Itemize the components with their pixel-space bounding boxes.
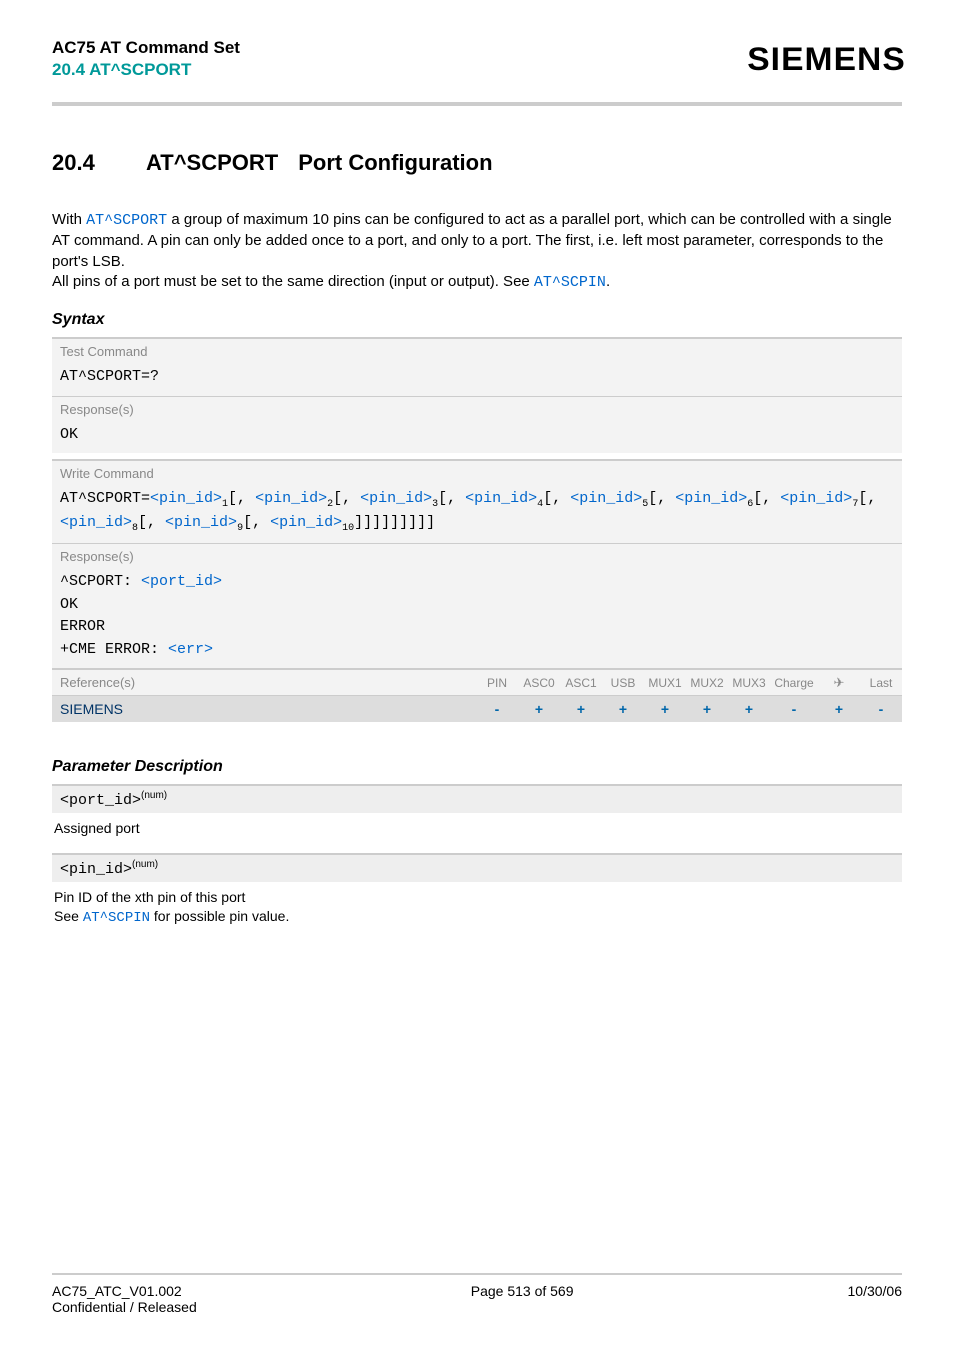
- footer-confidential: Confidential / Released: [52, 1299, 197, 1315]
- col-asc1: ASC1: [560, 676, 602, 690]
- col-mux2: MUX2: [686, 676, 728, 690]
- ref-value-row: SIEMENS - + + + + + + - + -: [52, 695, 902, 722]
- val-mux2: +: [686, 701, 728, 717]
- param-port-id-box: <port_id>(num): [52, 784, 902, 813]
- param-port-id-sup: (num): [141, 790, 167, 801]
- resp-ok: OK: [60, 596, 78, 613]
- pin-id-2[interactable]: <pin_id>: [255, 490, 327, 507]
- footer-left: AC75_ATC_V01.002 Confidential / Released: [52, 1283, 197, 1315]
- intro-p1-cmd-link[interactable]: AT^SCPORT: [86, 212, 167, 229]
- col-asc0: ASC0: [518, 676, 560, 690]
- intro-p1-post: a group of maximum 10 pins can be config…: [52, 211, 892, 270]
- val-pin: -: [476, 701, 518, 717]
- ref-brand: SIEMENS: [52, 696, 476, 722]
- pin-id-9[interactable]: <pin_id>: [165, 514, 237, 531]
- resp-cme-err[interactable]: <err>: [168, 641, 213, 658]
- intro-p1-pre: With: [52, 211, 86, 228]
- val-airplane: +: [818, 701, 860, 717]
- section-cmd: AT^SCPORT: [146, 150, 278, 175]
- pin-id-1[interactable]: <pin_id>: [150, 490, 222, 507]
- write-response-label: Response(s): [52, 543, 902, 568]
- resp-error: ERROR: [60, 618, 105, 635]
- ref-header-row: Reference(s) PIN ASC0 ASC1 USB MUX1 MUX2…: [52, 670, 902, 695]
- test-response-label: Response(s): [52, 396, 902, 421]
- resp-port-id[interactable]: <port_id>: [141, 573, 222, 590]
- val-mux3: +: [728, 701, 770, 717]
- pin-id-3[interactable]: <pin_id>: [360, 490, 432, 507]
- siemens-logo: SIEMENS: [747, 41, 906, 78]
- param-pin-id-name: <pin_id>: [60, 861, 132, 878]
- test-command-text: AT^SCPORT=?: [52, 363, 902, 396]
- intro-p2-post: .: [606, 273, 610, 290]
- val-usb: +: [602, 701, 644, 717]
- col-charge: Charge: [770, 676, 818, 690]
- footer-date: 10/30/06: [848, 1283, 903, 1315]
- write-suffix: ]]]]]]]]]: [354, 514, 435, 531]
- val-asc1: +: [560, 701, 602, 717]
- param-pin-id-sup: (num): [132, 859, 158, 870]
- resp-cme-pre: +CME ERROR:: [60, 641, 168, 658]
- test-response-text: OK: [52, 421, 902, 454]
- param-pin-id-desc: Pin ID of the xth pin of this port See A…: [52, 882, 902, 943]
- pin-id-4[interactable]: <pin_id>: [465, 490, 537, 507]
- param-port-id-desc: Assigned port: [52, 813, 902, 853]
- val-charge: -: [770, 701, 818, 717]
- val-asc0: +: [518, 701, 560, 717]
- pin-desc-post: for possible pin value.: [150, 908, 289, 924]
- test-command-box: Test Command AT^SCPORT=? Response(s) OK: [52, 337, 902, 453]
- pin-id-7[interactable]: <pin_id>: [780, 490, 852, 507]
- syntax-heading: Syntax: [52, 311, 902, 329]
- pin-id-8[interactable]: <pin_id>: [60, 514, 132, 531]
- write-command-label: Write Command: [52, 461, 902, 485]
- param-pin-id-box: <pin_id>(num): [52, 853, 902, 882]
- write-command-box: Write Command AT^SCPORT=<pin_id>1[, <pin…: [52, 459, 902, 668]
- col-last: Last: [860, 676, 902, 690]
- val-mux1: +: [644, 701, 686, 717]
- section-heading: 20.4 AT^SCPORT Port Configuration: [52, 150, 902, 176]
- footer-version: AC75_ATC_V01.002: [52, 1283, 197, 1299]
- col-mux3: MUX3: [728, 676, 770, 690]
- pin-desc-cmd-link[interactable]: AT^SCPIN: [83, 910, 150, 926]
- test-command-label: Test Command: [52, 339, 902, 363]
- section-number: 20.4: [52, 150, 114, 176]
- pin-desc-pre: See: [54, 908, 83, 924]
- section-title-text: AT^SCPORT Port Configuration: [146, 150, 493, 176]
- page-header: AC75 AT Command Set 20.4 AT^SCPORT SIEME…: [52, 38, 902, 98]
- page-footer: AC75_ATC_V01.002 Confidential / Released…: [52, 1273, 902, 1315]
- header-rule: [52, 102, 902, 106]
- airplane-icon: ✈: [834, 675, 845, 691]
- pin-desc-line1: Pin ID of the xth pin of this port: [54, 889, 245, 905]
- header-left: AC75 AT Command Set 20.4 AT^SCPORT: [52, 38, 240, 80]
- intro-paragraph: With AT^SCPORT a group of maximum 10 pin…: [52, 210, 902, 293]
- pin-id-6[interactable]: <pin_id>: [675, 490, 747, 507]
- col-usb: USB: [602, 676, 644, 690]
- doc-title: AC75 AT Command Set: [52, 38, 240, 58]
- write-response-text: ^SCPORT: <port_id> OK ERROR +CME ERROR: …: [52, 568, 902, 668]
- reference-table: Reference(s) PIN ASC0 ASC1 USB MUX1 MUX2…: [52, 668, 902, 722]
- references-label: Reference(s): [52, 670, 476, 695]
- doc-subtitle: 20.4 AT^SCPORT: [52, 60, 240, 80]
- intro-p2-pre: All pins of a port must be set to the sa…: [52, 273, 534, 290]
- param-desc-heading: Parameter Description: [52, 758, 902, 776]
- pin-id-10[interactable]: <pin_id>: [270, 514, 342, 531]
- intro-p2-cmd-link[interactable]: AT^SCPIN: [534, 274, 606, 291]
- param-port-id-name: <port_id>: [60, 792, 141, 809]
- val-last: -: [860, 701, 902, 717]
- resp-prefix: ^SCPORT:: [60, 573, 141, 590]
- footer-page: Page 513 of 569: [471, 1283, 574, 1315]
- col-pin: PIN: [476, 676, 518, 690]
- write-prefix: AT^SCPORT=: [60, 490, 150, 507]
- section-desc: Port Configuration: [298, 150, 492, 175]
- pin-id-5[interactable]: <pin_id>: [570, 490, 642, 507]
- write-command-text: AT^SCPORT=<pin_id>1[, <pin_id>2[, <pin_i…: [52, 485, 902, 543]
- col-mux1: MUX1: [644, 676, 686, 690]
- col-airplane: ✈: [818, 675, 860, 691]
